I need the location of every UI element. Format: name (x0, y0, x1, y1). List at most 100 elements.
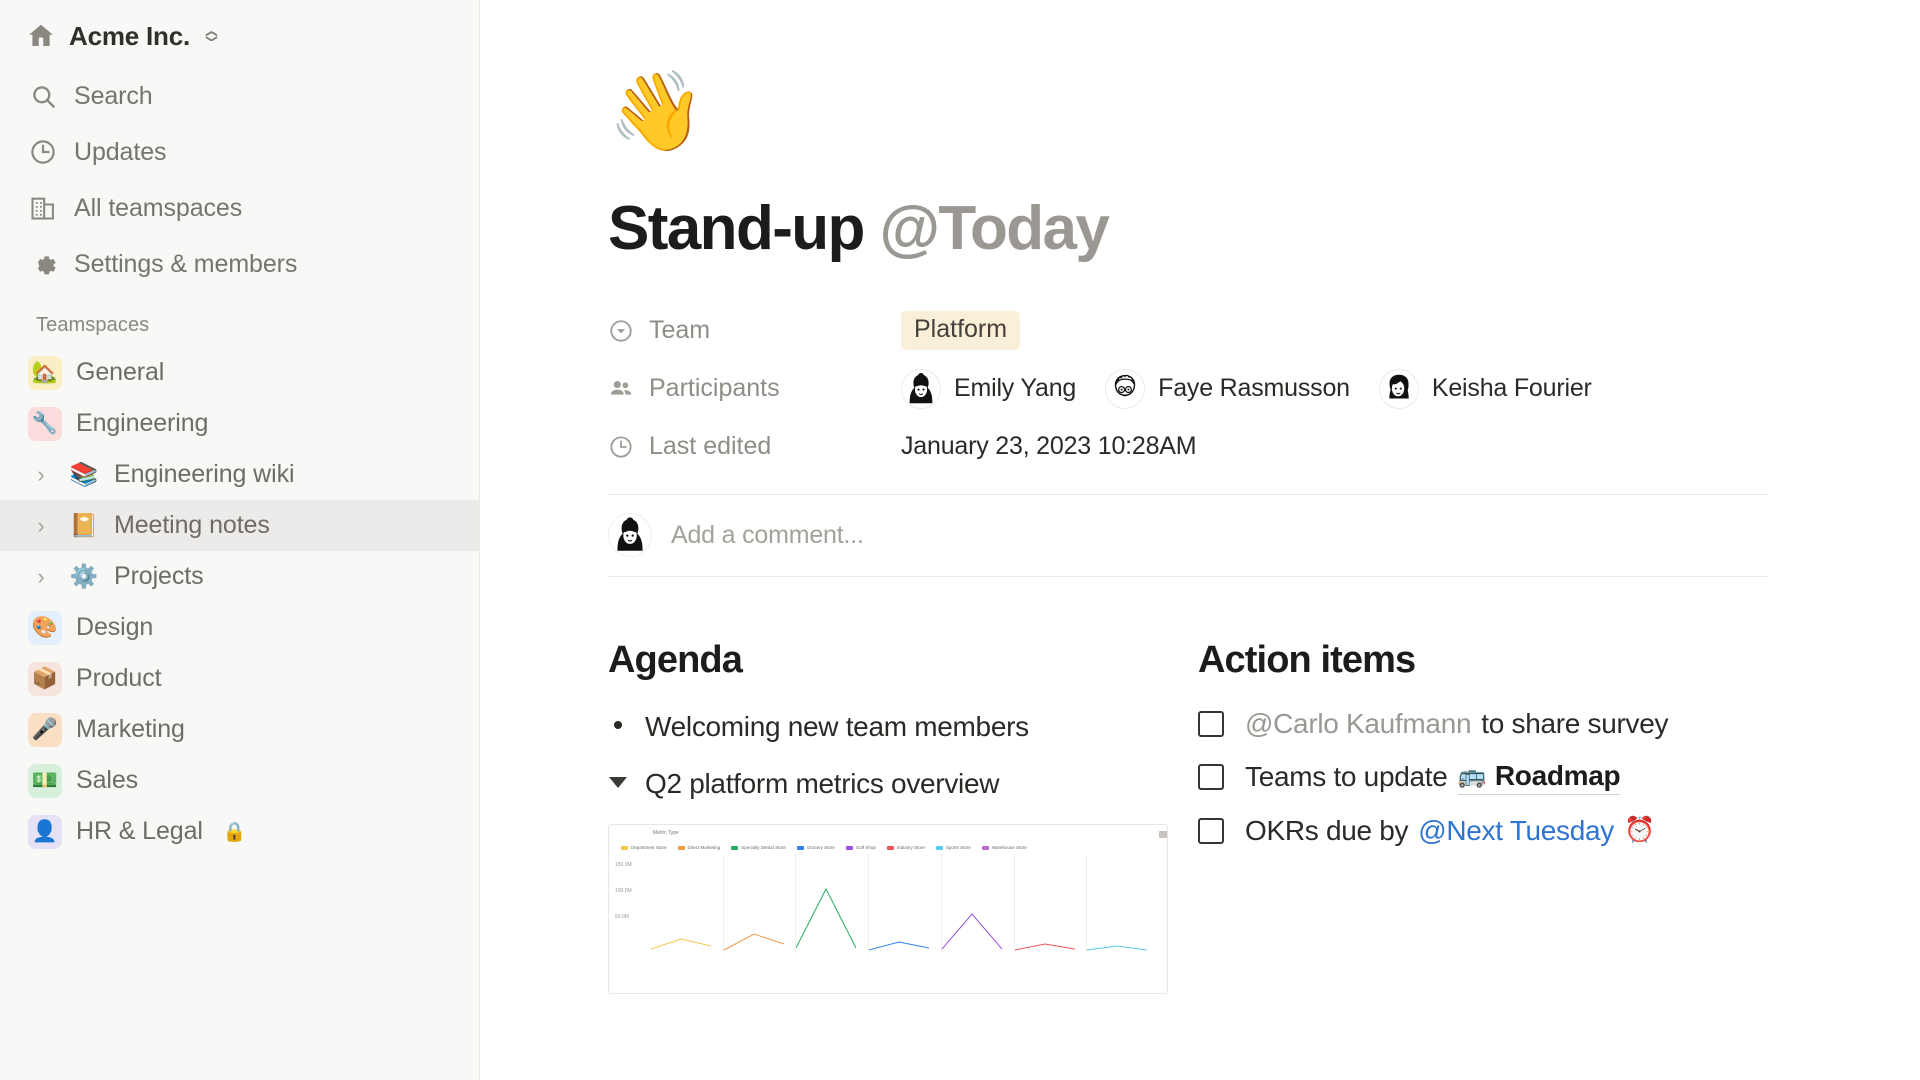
participant-faye-rasmusson[interactable]: Faye Rasmusson (1105, 368, 1350, 409)
sidebar-nav: Search Updates All teamspaces Settings &… (0, 68, 479, 292)
column-agenda: Agenda Welcoming new team members Q2 pla… (608, 639, 1198, 995)
page-title[interactable]: Stand-up @Today (608, 196, 1768, 262)
property-value-participants[interactable]: Emily Yang Faye Rasmusson Keisha Fourier (901, 368, 1592, 409)
action-item-row[interactable]: OKRs due by @Next Tuesday ⏰ (1198, 815, 1788, 847)
chart-panel (722, 854, 796, 955)
content-columns: Agenda Welcoming new team members Q2 pla… (608, 639, 1788, 995)
sidebar-item-search[interactable]: Search (0, 68, 479, 124)
chart-panel (651, 854, 723, 954)
agenda-item-text: Welcoming new team members (645, 710, 1029, 742)
page-title-date-mention[interactable]: @Today (879, 194, 1109, 263)
column-action-items: Action items @Carlo Kaufmann to share su… (1198, 639, 1788, 995)
person-mention[interactable]: @Carlo Kaufmann (1245, 708, 1472, 740)
property-row-last-edited: Last edited January 23, 2023 10:28AM (608, 418, 1768, 476)
legend-entry: Golf Shop (845, 845, 876, 850)
sidebar-item-marketing[interactable]: 🎤 Marketing (0, 704, 479, 755)
y-tick: 100.0M (615, 888, 632, 895)
checkbox[interactable] (1198, 710, 1224, 737)
list-item[interactable]: Q2 platform metrics overview (608, 765, 1198, 803)
action-item-row[interactable]: Teams to update 🚌 Roadmap (1198, 760, 1788, 795)
participant-keisha-fourier[interactable]: Keisha Fourier (1378, 368, 1592, 409)
gear-icon (28, 249, 58, 279)
chart-panel (940, 854, 1014, 955)
sidebar-item-sales[interactable]: 💵 Sales (0, 755, 479, 806)
sidebar-label: All teamspaces (74, 193, 243, 222)
teamspaces-list: 🏡 General 🔧 Engineering › 📚 Engineering … (0, 347, 479, 857)
property-key-participants[interactable]: Participants (608, 374, 901, 403)
chevron-right-icon[interactable]: › (28, 564, 54, 590)
property-value-team[interactable]: Platform (901, 311, 1021, 351)
select-icon (608, 318, 634, 344)
property-key-team[interactable]: Team (608, 316, 901, 345)
chart-y-axis: 150.0M 100.0M 50.0M (615, 854, 651, 954)
list-item[interactable]: Welcoming new team members (608, 708, 1198, 746)
sidebar: Acme Inc. Search Updates All teamspaces … (0, 0, 480, 1080)
action-item-row[interactable]: @Carlo Kaufmann to share survey (1198, 708, 1788, 740)
chart-panel (795, 854, 868, 955)
chevron-updown-icon (203, 31, 220, 41)
property-key-last-edited[interactable]: Last edited (608, 432, 901, 461)
status-badge[interactable]: Platform (901, 311, 1021, 351)
chart-legend: Department Store Direct Marketing Specia… (609, 836, 1167, 850)
page-properties: Team Platform Participants Emily Yang Fa… (608, 302, 1768, 476)
sidebar-item-hr-legal[interactable]: 👤 HR & Legal 🔒 (0, 806, 479, 857)
page-link-roadmap[interactable]: 🚌 Roadmap (1457, 759, 1621, 795)
chart-panel (1086, 854, 1159, 955)
toggle-triangle-icon[interactable] (608, 765, 628, 788)
page-emoji-waving-hand-icon[interactable]: 👋 (608, 72, 1768, 150)
search-icon (28, 81, 58, 111)
sidebar-item-general[interactable]: 🏡 General (0, 347, 479, 398)
sidebar-item-all-teamspaces[interactable]: All teamspaces (0, 180, 479, 236)
sidebar-item-design[interactable]: 🎨 Design (0, 602, 479, 653)
chart-title: Metric Type (653, 830, 679, 837)
sidebar-item-product[interactable]: 📦 Product (0, 653, 479, 704)
teamspace-label: Marketing (76, 715, 185, 743)
participant-emily-yang[interactable]: Emily Yang (901, 368, 1077, 409)
action-item-label: Teams to update (1245, 761, 1448, 793)
sidebar-item-engineering-wiki[interactable]: › 📚 Engineering wiki (0, 449, 479, 500)
chevron-right-icon[interactable]: › (28, 462, 54, 488)
people-icon (608, 376, 634, 402)
main-content: 👋 Stand-up @Today Team Platform Particip… (480, 0, 1920, 1080)
embed-toolbar[interactable] (1159, 831, 1167, 839)
checkbox[interactable] (1198, 764, 1224, 791)
teamspace-label: Product (76, 664, 162, 692)
property-label: Team (649, 316, 711, 345)
action-item-label: OKRs due by (1245, 814, 1409, 846)
sidebar-item-projects[interactable]: › ⚙️ Projects (0, 551, 479, 602)
date-mention[interactable]: @Next Tuesday (1418, 815, 1614, 847)
sidebar-item-updates[interactable]: Updates (0, 124, 479, 180)
workspace-switcher[interactable]: Acme Inc. (0, 8, 479, 64)
chart-panel (1013, 854, 1087, 955)
action-item-label: to share survey (1481, 707, 1669, 739)
page-title-text: Stand-up (608, 194, 865, 263)
sidebar-item-engineering[interactable]: 🔧 Engineering (0, 398, 479, 449)
participant-name: Emily Yang (954, 374, 1077, 403)
teamspace-label: Engineering (76, 409, 209, 437)
legend-entry: Sports Store (935, 845, 971, 850)
wrench-emoji-icon: 🔧 (28, 406, 62, 441)
teamspaces-section-label: Teamspaces (36, 314, 150, 336)
money-emoji-icon: 💵 (28, 763, 62, 798)
alarm-clock-emoji-icon: ⏰ (1623, 816, 1655, 845)
link-label: Roadmap (1494, 759, 1621, 791)
books-emoji-icon: 📚 (69, 461, 99, 487)
chevron-right-icon[interactable]: › (28, 513, 54, 539)
action-item-text: @Carlo Kaufmann to share survey (1245, 708, 1668, 740)
add-comment-row[interactable]: Add a comment... (608, 495, 1768, 577)
sidebar-item-settings-members[interactable]: Settings & members (0, 236, 479, 292)
property-value-last-edited: January 23, 2023 10:28AM (901, 432, 1197, 461)
sidebar-item-meeting-notes[interactable]: › 📔 Meeting notes (0, 500, 479, 551)
property-label: Last edited (649, 432, 772, 461)
avatar (608, 513, 652, 558)
toolbar-icon[interactable] (1159, 831, 1167, 839)
checkbox[interactable] (1198, 817, 1224, 844)
legend-entry: Specialty Dental Store (731, 845, 786, 850)
comment-placeholder[interactable]: Add a comment... (671, 521, 864, 550)
teamspace-label: Meeting notes (114, 511, 270, 539)
legend-entry: Industry Store (886, 845, 925, 850)
embedded-chart-preview[interactable]: Metric Type Department Store Direct Mark… (608, 824, 1168, 995)
action-items-heading: Action items (1198, 638, 1416, 681)
property-row-participants: Participants Emily Yang Faye Rasmusson K… (608, 360, 1768, 418)
chart-body: 150.0M 100.0M 50.0M (609, 850, 1167, 955)
